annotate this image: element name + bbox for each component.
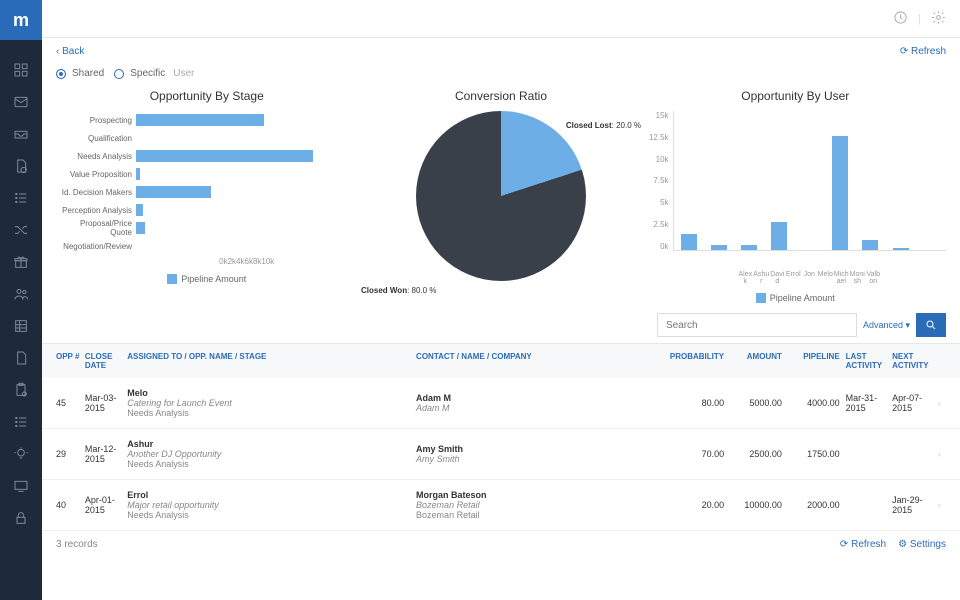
- chart-title: Opportunity By Stage: [150, 89, 264, 103]
- chart-title: Opportunity By User: [741, 89, 849, 103]
- th-opp[interactable]: OPP #: [56, 352, 85, 370]
- hbar-row: Perception Analysis: [56, 201, 357, 219]
- nav-clipboard-icon[interactable]: [0, 374, 42, 406]
- th-close[interactable]: CLOSE DATE: [85, 352, 127, 370]
- record-count: 3 records: [56, 539, 98, 550]
- filter-user-label: User: [173, 68, 194, 79]
- th-last[interactable]: LAST ACTIVITY: [840, 352, 886, 370]
- th-assigned[interactable]: ASSIGNED TO / OPP. NAME / STAGE: [127, 352, 416, 370]
- vbar-col: [862, 240, 878, 250]
- footer-settings[interactable]: ⚙ Settings: [898, 539, 946, 550]
- th-contact[interactable]: CONTACT / NAME / COMPANY: [416, 352, 666, 370]
- radio-specific[interactable]: [114, 69, 124, 79]
- nav-screen-icon[interactable]: [0, 470, 42, 502]
- vbar-col: [681, 234, 697, 250]
- nav-lock-icon[interactable]: [0, 502, 42, 534]
- vbar-col: [741, 245, 757, 250]
- th-prob[interactable]: PROBABILITY: [666, 352, 724, 370]
- filter-specific-label: Specific: [130, 68, 165, 79]
- pie-chart: [416, 111, 586, 281]
- search-input[interactable]: [657, 313, 857, 337]
- pie-label-won: Closed Won: 80.0 %: [361, 286, 436, 295]
- back-link[interactable]: ‹ Back: [56, 46, 84, 57]
- table-row[interactable]: 45 Mar-03-2015 MeloCatering for Launch E…: [42, 378, 960, 429]
- hbar-row: Qualification: [56, 129, 357, 147]
- nav-users-icon[interactable]: [0, 278, 42, 310]
- chart-opportunity-by-user: Opportunity By User 15k12.5k10k7.5k5k2.5…: [645, 89, 946, 303]
- nav-shuffle-icon[interactable]: [0, 214, 42, 246]
- radio-shared[interactable]: [56, 69, 66, 79]
- nav-gift-icon[interactable]: [0, 246, 42, 278]
- hbar-row: Needs Analysis: [56, 147, 357, 165]
- nav-list-icon[interactable]: [0, 182, 42, 214]
- clock-icon[interactable]: [893, 10, 908, 28]
- th-pipe[interactable]: PIPELINE: [782, 352, 840, 370]
- filter-shared-label: Shared: [72, 68, 104, 79]
- table-row[interactable]: 29 Mar-12-2015 AshurAnother DJ Opportuni…: [42, 429, 960, 480]
- nav-table-icon[interactable]: [0, 310, 42, 342]
- refresh-link[interactable]: ⟳ Refresh: [900, 46, 946, 57]
- legend-label: Pipeline Amount: [181, 274, 246, 284]
- th-amount[interactable]: AMOUNT: [724, 352, 782, 370]
- topbar: |: [42, 0, 960, 38]
- nav-file-icon[interactable]: [0, 342, 42, 374]
- vbar-col: [832, 136, 848, 250]
- hbar-row: Proposal/Price Quote: [56, 219, 357, 237]
- nav-mail-icon[interactable]: [0, 86, 42, 118]
- advanced-link[interactable]: Advanced ▾: [863, 320, 910, 331]
- nav-doc-check-icon[interactable]: [0, 150, 42, 182]
- chevron-right-icon[interactable]: ›: [933, 449, 946, 459]
- sidebar: m: [0, 0, 42, 600]
- opportunities-table: OPP # CLOSE DATE ASSIGNED TO / OPP. NAME…: [42, 343, 960, 531]
- chevron-right-icon[interactable]: ›: [933, 398, 946, 408]
- pie-label-lost: Closed Lost: 20.0 %: [566, 121, 641, 130]
- legend-swatch: [167, 274, 177, 284]
- hbar-row: Prospecting: [56, 111, 357, 129]
- chart-conversion-ratio: Conversion Ratio Closed Lost: 20.0 % Clo…: [357, 89, 644, 303]
- vbar-col: [893, 248, 909, 250]
- legend-swatch: [756, 293, 766, 303]
- chevron-right-icon[interactable]: ›: [933, 500, 946, 510]
- table-row[interactable]: 40 Apr-01-2015 ErrolMajor retail opportu…: [42, 480, 960, 531]
- nav-dashboard-icon[interactable]: [0, 54, 42, 86]
- nav-tasks-icon[interactable]: [0, 406, 42, 438]
- chart-opportunity-by-stage: Opportunity By Stage ProspectingQualific…: [56, 89, 357, 303]
- table-footer: 3 records ⟳ Refresh ⚙ Settings: [42, 531, 960, 558]
- legend-label: Pipeline Amount: [770, 293, 835, 303]
- search-button[interactable]: [916, 313, 946, 337]
- filter-row: Shared Specific User: [42, 64, 960, 89]
- hbar-row: Value Proposition: [56, 165, 357, 183]
- footer-refresh[interactable]: ⟳ Refresh: [840, 539, 886, 550]
- logo: m: [0, 0, 42, 40]
- vbar-col: [771, 222, 787, 250]
- vbar-col: [711, 245, 727, 250]
- nav-idea-icon[interactable]: [0, 438, 42, 470]
- hbar-row: Id. Decision Makers: [56, 183, 357, 201]
- th-next[interactable]: NEXT ACTIVITY: [886, 352, 932, 370]
- gear-icon[interactable]: [931, 10, 946, 28]
- hbar-row: Negotiation/Review: [56, 237, 357, 255]
- nav-inbox-icon[interactable]: [0, 118, 42, 150]
- main: | ‹ Back ⟳ Refresh Shared Specific User …: [42, 0, 960, 600]
- chart-title: Conversion Ratio: [455, 89, 547, 103]
- table-header: OPP # CLOSE DATE ASSIGNED TO / OPP. NAME…: [42, 344, 960, 378]
